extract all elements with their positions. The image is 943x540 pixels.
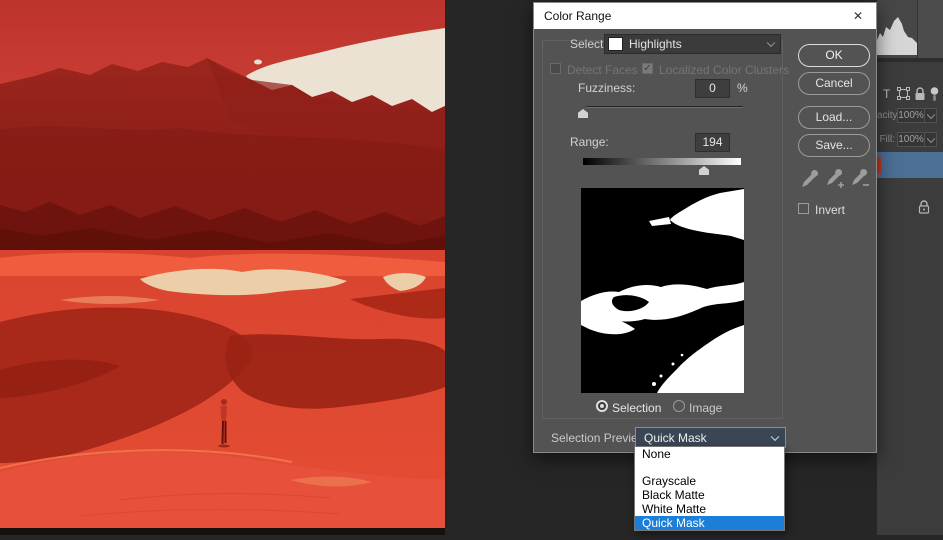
fill-dot-icon[interactable] — [930, 87, 939, 102]
detect-faces-checkbox[interactable] — [550, 63, 561, 74]
selection-preview-options-list: None Grayscale Black Matte White Matte Q… — [634, 446, 785, 531]
invert-checkbox[interactable] — [798, 203, 809, 214]
histogram-panel — [877, 0, 943, 58]
range-gradient-track[interactable] — [583, 158, 741, 165]
selected-layer-row[interactable] — [877, 152, 943, 178]
canvas-image[interactable] — [0, 0, 445, 535]
select-chevron-icon — [764, 37, 778, 51]
lock-all-icon[interactable] — [914, 87, 926, 101]
panel-divider — [877, 58, 943, 62]
selection-radio-label: Selection — [612, 401, 661, 415]
color-range-dialog: Color Range ✕ Select: Highlights Detect … — [533, 2, 877, 453]
select-dropdown[interactable]: Highlights — [604, 34, 781, 54]
dialog-titlebar[interactable]: Color Range ✕ — [534, 3, 876, 29]
cancel-button[interactable]: Cancel — [798, 72, 870, 95]
layer-thumbnail-sliver — [877, 157, 881, 173]
image-radio[interactable] — [673, 400, 685, 412]
lock-text-icon[interactable]: T — [883, 87, 890, 101]
fuzziness-label: Fuzziness: — [578, 81, 635, 95]
right-panel-strip: T acity: 100% Fill: 100% — [877, 0, 943, 535]
range-label: Range: — [570, 135, 609, 149]
opacity-value[interactable]: 100% — [897, 108, 925, 123]
opacity-dropdown-chevron-icon[interactable] — [925, 108, 937, 123]
eyedropper-minus-icon[interactable] — [850, 168, 872, 189]
eyedropper-plus-icon[interactable] — [825, 168, 847, 189]
select-dropdown-value: Highlights — [629, 37, 682, 51]
opacity-label: acity: — [877, 110, 895, 121]
fuzziness-unit: % — [737, 81, 748, 95]
invert-label: Invert — [815, 203, 845, 217]
selection-preview-dropdown[interactable]: Quick Mask — [635, 427, 786, 448]
close-icon[interactable]: ✕ — [846, 3, 870, 29]
options-spacer — [635, 461, 784, 474]
option-white-matte[interactable]: White Matte — [635, 502, 784, 516]
selection-mask-preview[interactable] — [581, 188, 744, 393]
localized-clusters-checkbox[interactable]: ✓ — [642, 63, 653, 74]
localized-clusters-label: Localized Color Clusters — [659, 63, 789, 77]
fill-dropdown-chevron-icon[interactable] — [925, 132, 937, 147]
load-button[interactable]: Load... — [798, 106, 870, 129]
color-swatch — [608, 37, 623, 51]
dialog-title: Color Range — [544, 3, 611, 29]
lock-position-icon[interactable] — [897, 87, 910, 100]
fuzziness-slider-track[interactable] — [586, 106, 743, 108]
background-layer-lock-icon — [918, 199, 930, 214]
selection-preview-chevron-icon — [768, 431, 782, 445]
desert-quick-mask-image — [0, 0, 445, 535]
selection-preview-value: Quick Mask — [644, 431, 707, 445]
fill-row: Fill: 100% — [877, 132, 943, 147]
ok-button[interactable]: OK — [798, 44, 870, 67]
opacity-row: acity: 100% — [877, 108, 943, 123]
photoshop-workspace: T acity: 100% Fill: 100% — [0, 0, 943, 535]
range-input[interactable]: 194 — [695, 133, 730, 152]
option-black-matte[interactable]: Black Matte — [635, 488, 784, 502]
option-quick-mask[interactable]: Quick Mask — [635, 516, 784, 530]
fuzziness-input[interactable]: 0 — [695, 79, 730, 98]
option-none[interactable]: None — [635, 447, 784, 461]
detect-faces-label: Detect Faces — [567, 63, 638, 77]
layer-lock-row: T — [877, 86, 943, 104]
fill-value[interactable]: 100% — [897, 132, 925, 147]
select-label: Select: — [570, 37, 607, 51]
image-radio-label: Image — [689, 401, 722, 415]
selection-radio[interactable] — [596, 400, 608, 412]
option-grayscale[interactable]: Grayscale — [635, 474, 784, 488]
fill-label: Fill: — [877, 134, 895, 145]
eyedropper-icon[interactable] — [800, 168, 822, 189]
save-button[interactable]: Save... — [798, 134, 870, 157]
